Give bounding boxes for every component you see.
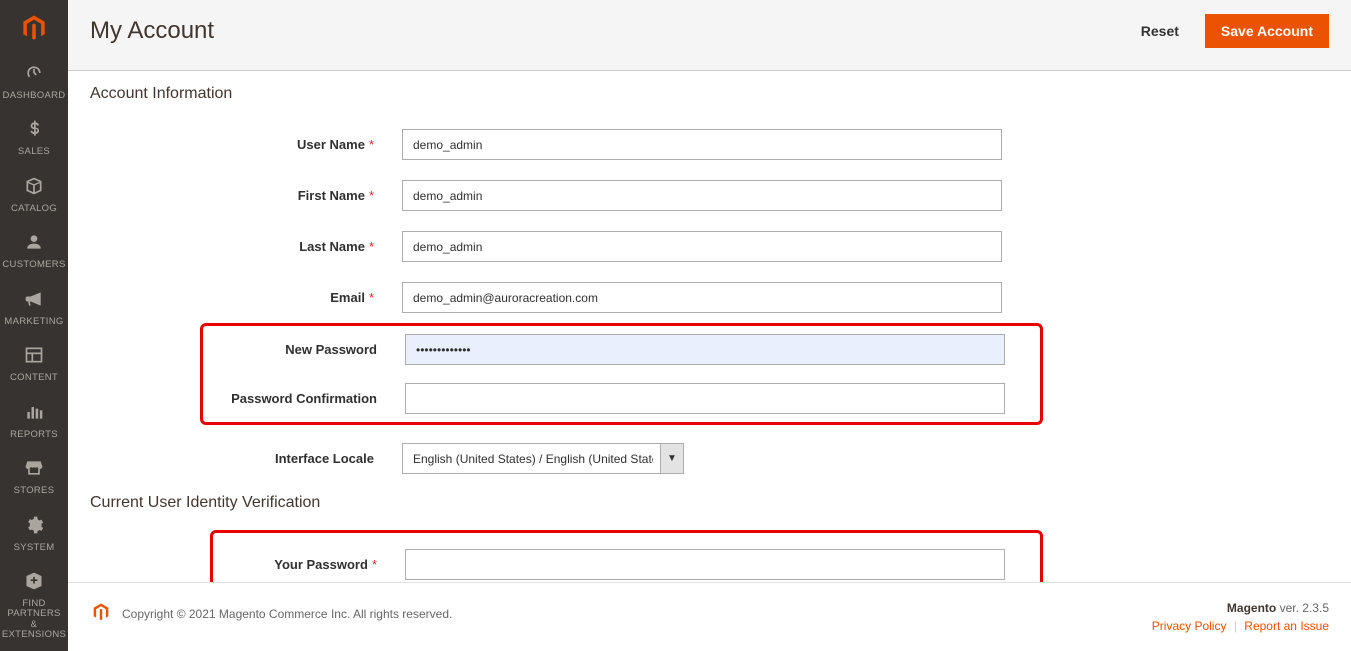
label-firstname: First Name* bbox=[90, 188, 402, 203]
dashboard-icon bbox=[0, 63, 68, 89]
page-footer: Copyright © 2021 Magento Commerce Inc. A… bbox=[68, 582, 1351, 651]
header-actions: Reset Save Account bbox=[1125, 14, 1329, 48]
input-newpassword[interactable] bbox=[405, 334, 1005, 365]
row-lastname: Last Name* bbox=[90, 231, 1329, 262]
row-email: Email* bbox=[90, 282, 1329, 313]
required-star: * bbox=[372, 557, 377, 572]
row-yourpassword: Your Password* bbox=[213, 549, 1040, 580]
footer-left: Copyright © 2021 Magento Commerce Inc. A… bbox=[90, 601, 452, 626]
highlight-password-box: New Password Password Confirmation bbox=[200, 323, 1043, 425]
sidebar-label: REPORTS bbox=[0, 430, 68, 440]
person-icon bbox=[0, 232, 68, 258]
footer-right: Magento ver. 2.3.5 Privacy Policy | Repo… bbox=[1152, 601, 1329, 633]
input-username[interactable] bbox=[402, 129, 1002, 160]
sidebar-item-sales[interactable]: SALES bbox=[0, 111, 68, 167]
input-firstname[interactable] bbox=[402, 180, 1002, 211]
row-locale: Interface Locale English (United States)… bbox=[90, 443, 1329, 474]
magento-logo[interactable] bbox=[0, 0, 68, 55]
magento-logo-footer bbox=[90, 601, 112, 626]
footer-sep: | bbox=[1234, 619, 1237, 633]
content-area: Account Information User Name* First Nam… bbox=[68, 71, 1351, 631]
admin-sidebar: DASHBOARD SALES CATALOG CUSTOMERS MARKET… bbox=[0, 0, 68, 651]
select-locale-wrap: English (United States) / English (Unite… bbox=[402, 443, 684, 474]
input-confirmpassword[interactable] bbox=[405, 383, 1005, 414]
input-yourpassword[interactable] bbox=[405, 549, 1005, 580]
label-email: Email* bbox=[90, 290, 402, 305]
sidebar-item-marketing[interactable]: MARKETING bbox=[0, 281, 68, 337]
section-identity: Current User Identity Verification bbox=[90, 494, 1329, 512]
sidebar-label: CONTENT bbox=[0, 373, 68, 383]
row-newpassword: New Password bbox=[203, 334, 1040, 365]
puzzle-icon bbox=[0, 571, 68, 597]
layout-icon bbox=[0, 345, 68, 371]
sidebar-item-content[interactable]: CONTENT bbox=[0, 337, 68, 393]
sidebar-item-system[interactable]: SYSTEM bbox=[0, 507, 68, 563]
section-account-info: Account Information bbox=[90, 85, 1329, 103]
dollar-icon bbox=[0, 119, 68, 145]
required-star: * bbox=[369, 137, 374, 152]
required-star: * bbox=[369, 239, 374, 254]
sidebar-label: FIND PARTNERS & EXTENSIONS bbox=[0, 599, 68, 641]
input-email[interactable] bbox=[402, 282, 1002, 313]
sidebar-label: CATALOG bbox=[0, 204, 68, 214]
gear-icon bbox=[0, 515, 68, 541]
sidebar-item-partners[interactable]: FIND PARTNERS & EXTENSIONS bbox=[0, 563, 68, 651]
sidebar-label: DASHBOARD bbox=[0, 91, 68, 101]
sidebar-item-dashboard[interactable]: DASHBOARD bbox=[0, 55, 68, 111]
sidebar-label: CUSTOMERS bbox=[0, 260, 68, 270]
input-lastname[interactable] bbox=[402, 231, 1002, 262]
main-content: My Account Reset Save Account Account In… bbox=[68, 0, 1351, 631]
footer-copyright: Copyright © 2021 Magento Commerce Inc. A… bbox=[122, 607, 452, 621]
page-header: My Account Reset Save Account bbox=[68, 0, 1351, 71]
label-yourpassword: Your Password* bbox=[213, 557, 405, 572]
barchart-icon bbox=[0, 402, 68, 428]
row-confirmpassword: Password Confirmation bbox=[203, 383, 1040, 414]
sidebar-item-stores[interactable]: STORES bbox=[0, 450, 68, 506]
label-lastname: Last Name* bbox=[90, 239, 402, 254]
sidebar-label: MARKETING bbox=[0, 317, 68, 327]
reset-button[interactable]: Reset bbox=[1125, 14, 1195, 48]
link-privacy-policy[interactable]: Privacy Policy bbox=[1152, 619, 1227, 633]
required-star: * bbox=[369, 290, 374, 305]
label-newpassword: New Password bbox=[203, 342, 405, 357]
sidebar-label: SYSTEM bbox=[0, 543, 68, 553]
link-report-issue[interactable]: Report an Issue bbox=[1244, 619, 1329, 633]
select-locale[interactable]: English (United States) / English (Unite… bbox=[402, 443, 684, 474]
row-firstname: First Name* bbox=[90, 180, 1329, 211]
save-account-button[interactable]: Save Account bbox=[1205, 14, 1329, 48]
label-locale: Interface Locale bbox=[90, 451, 402, 466]
page-title: My Account bbox=[90, 17, 214, 45]
box-icon bbox=[0, 176, 68, 202]
sidebar-item-catalog[interactable]: CATALOG bbox=[0, 168, 68, 224]
sidebar-label: SALES bbox=[0, 147, 68, 157]
footer-version: Magento ver. 2.3.5 bbox=[1152, 601, 1329, 615]
row-username: User Name* bbox=[90, 129, 1329, 160]
sidebar-label: STORES bbox=[0, 486, 68, 496]
label-confirmpassword: Password Confirmation bbox=[203, 391, 405, 406]
megaphone-icon bbox=[0, 289, 68, 315]
label-username: User Name* bbox=[90, 137, 402, 152]
required-star: * bbox=[369, 188, 374, 203]
sidebar-item-reports[interactable]: REPORTS bbox=[0, 394, 68, 450]
sidebar-item-customers[interactable]: CUSTOMERS bbox=[0, 224, 68, 280]
storefront-icon bbox=[0, 458, 68, 484]
